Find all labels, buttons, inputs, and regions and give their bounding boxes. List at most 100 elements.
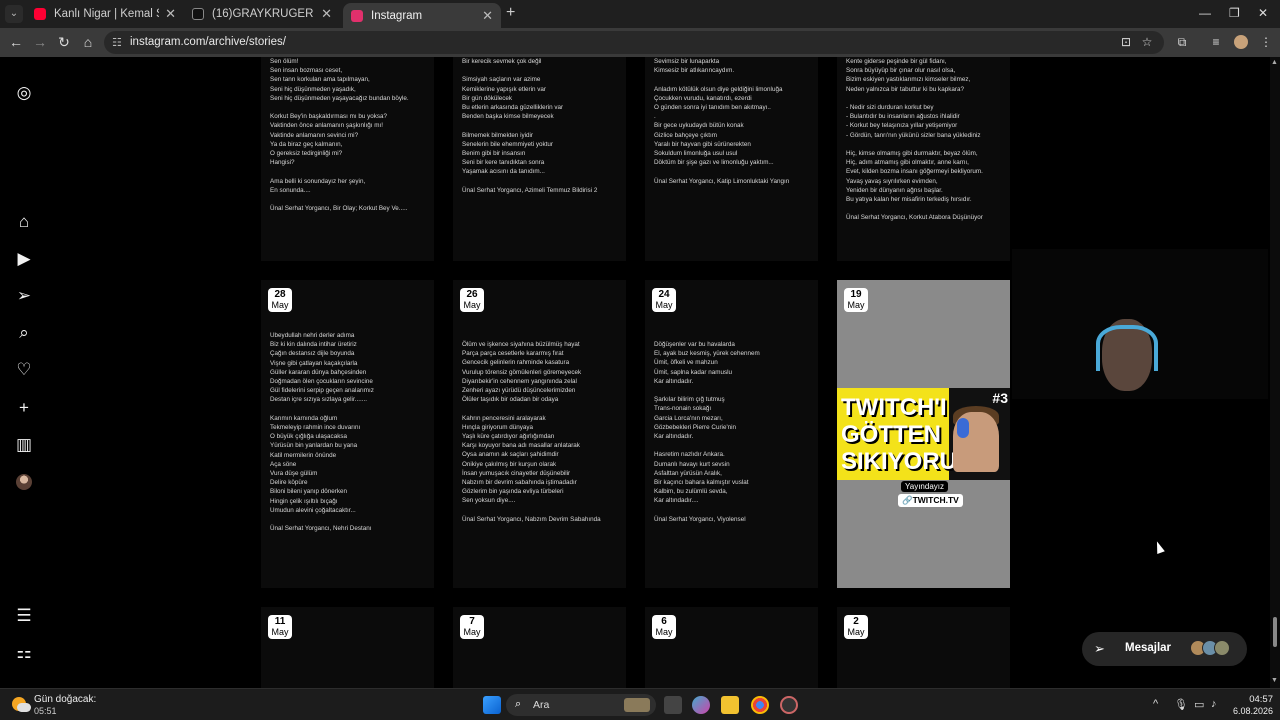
taskbar-search[interactable]: ⌕ Ara (506, 694, 656, 716)
story-card[interactable]: 7 May (453, 607, 626, 688)
story-card[interactable]: Bir kerecik sevmek çok değil Simsiyah sa… (453, 57, 626, 261)
direct-send-icon[interactable]: ➢ (14, 286, 34, 306)
network-icon[interactable]: ▭ (1194, 698, 1204, 711)
forward-icon[interactable]: → (32, 34, 48, 50)
story-text: Döğüşenler var bu havalarda El, ayak buz… (654, 341, 760, 523)
mouse-cursor (1153, 539, 1165, 555)
story-card[interactable]: 2 May (837, 607, 1010, 688)
site-info-icon[interactable]: ☷ (112, 36, 125, 49)
scroll-down-arrow[interactable]: ▼ (1271, 677, 1278, 684)
story-date-badge: 7 May (460, 615, 484, 639)
new-tab-button[interactable]: + (506, 5, 520, 21)
story-text: Ubeydullah nehri derler adıma Biz ki kin… (270, 332, 374, 533)
instagram-logo-icon[interactable]: ◎ (14, 83, 34, 103)
tab-tiktok[interactable]: (16)GRAYKRUGER (@graykruger) ✕ (184, 3, 340, 25)
search-highlight-image (624, 698, 650, 712)
search-icon: ⌕ (515, 698, 522, 710)
story-card[interactable]: Kente giderse peşinde bir gül fidanı, So… (837, 57, 1010, 261)
home-icon[interactable]: ⌂ (14, 212, 34, 232)
search-label: Ara (533, 699, 550, 711)
reels-icon[interactable]: ▶ (14, 249, 34, 269)
story-card[interactable]: 26 May Ölüm ve işkence siyahına büzülmüş … (453, 280, 626, 588)
file-explorer-icon[interactable] (721, 696, 739, 714)
restore-icon[interactable]: ❐ (1229, 6, 1240, 20)
profile-avatar[interactable] (16, 474, 32, 490)
minimize-icon[interactable]: — (1199, 6, 1211, 20)
tab-title: Instagram (371, 9, 423, 22)
back-icon[interactable]: ← (8, 34, 24, 50)
tab-title: Kanlı Nigar | Kemal Sunal Eski Tür (54, 8, 159, 20)
notifications-heart-icon[interactable]: ♡ (14, 360, 34, 380)
date-month: May (463, 627, 481, 637)
weather-time: 05:51 (34, 706, 57, 716)
scrollbar-thumb[interactable] (1273, 617, 1277, 647)
app-icon[interactable] (780, 696, 798, 714)
home-icon[interactable]: ⌂ (80, 34, 96, 50)
start-windows-icon[interactable] (483, 696, 501, 714)
search-icon[interactable]: ⌕ (14, 323, 34, 343)
thumbnail-number: #3 (992, 390, 1008, 406)
story-date-badge: 24 May (652, 288, 676, 312)
close-tab-icon[interactable]: ✕ (165, 6, 176, 22)
address-bar[interactable]: ☷ instagram.com/archive/stories/ (104, 31, 1164, 54)
weather-icon[interactable] (12, 695, 31, 713)
youtube-icon (34, 8, 46, 20)
story-card[interactable]: 24 May Döğüşenler var bu havalarda El, ay… (645, 280, 818, 588)
avatar (1214, 640, 1230, 656)
url-text: instagram.com/archive/stories/ (130, 36, 286, 48)
date-day: 11 (274, 616, 286, 627)
messages-button[interactable]: ➢ Mesajlar (1082, 632, 1247, 666)
extensions-icon[interactable]: ⧉ (1175, 35, 1189, 49)
stream-thumbnail: TWITCH'I GÖTTEN SIKIYORUZ #3 (837, 388, 1010, 480)
volume-icon[interactable]: ♪ (1211, 698, 1217, 710)
date-day: 2 (853, 616, 859, 627)
story-text: Kente giderse peşinde bir gül fidanı, So… (846, 58, 983, 222)
close-window-icon[interactable]: ✕ (1258, 6, 1268, 20)
tab-youtube[interactable]: Kanlı Nigar | Kemal Sunal Eski Tür ✕ (26, 3, 184, 25)
story-date-badge: 2 May (844, 615, 868, 639)
tray-chevron-icon[interactable]: ^ (1153, 698, 1158, 710)
story-card-image[interactable]: 19 May TWITCH'I GÖTTEN SIKIYORUZ #3 Yayın… (837, 280, 1010, 588)
story-date-badge: 11 May (268, 615, 292, 639)
date-day: 19 (850, 289, 862, 300)
install-app-icon[interactable]: ⊡ (1119, 35, 1133, 49)
date-month: May (271, 300, 289, 310)
direct-send-icon: ➢ (1094, 641, 1105, 656)
copilot-icon[interactable] (692, 696, 710, 714)
menu-kebab-icon[interactable]: ⋮ (1259, 35, 1273, 49)
bookmark-star-icon[interactable]: ☆ (1140, 35, 1154, 49)
reload-icon[interactable]: ↻ (56, 34, 72, 50)
story-text: Ölüm ve işkence siyahına büzülmüş hayat … (462, 341, 601, 523)
microphone-icon[interactable]: 🎙 (1174, 698, 1188, 711)
story-text: Bir kerecik sevmek çok değil Simsiyah sa… (462, 58, 598, 194)
scroll-up-arrow[interactable]: ▲ (1271, 59, 1278, 66)
story-card[interactable]: 28 May Ubeydullah nehri derler adıma Biz … (261, 280, 434, 588)
story-card[interactable]: Sevimsiz bir lunaparkta Kimsesiz bir atl… (645, 57, 818, 261)
close-tab-icon[interactable]: ✕ (321, 6, 332, 22)
thumbnail-title: TWITCH'I GÖTTEN SIKIYORUZ (841, 394, 972, 475)
tab-instagram[interactable]: Instagram ✕ (343, 3, 501, 28)
clock-date[interactable]: 6.08.2026 (1223, 706, 1273, 716)
task-view-icon[interactable] (664, 696, 682, 714)
insights-chart-icon[interactable]: ▥ (14, 435, 34, 455)
date-month: May (655, 300, 673, 310)
reading-list-icon[interactable]: ≡ (1209, 35, 1223, 49)
close-tab-icon[interactable]: ✕ (482, 8, 493, 24)
profile-avatar-icon[interactable] (1234, 35, 1248, 49)
story-date-badge: 6 May (652, 615, 676, 639)
tab-title: (16)GRAYKRUGER (@graykruger) (212, 8, 315, 20)
story-card[interactable]: Sen ölüm! Sen insan bozması ceset, Sen t… (261, 57, 434, 261)
browser-toolbar: ← → ↻ ⌂ ☷ instagram.com/archive/stories/… (0, 28, 1280, 57)
tab-search-button[interactable]: ⌄ (5, 5, 23, 23)
story-card[interactable]: 11 May (261, 607, 434, 688)
story-card[interactable]: 6 May (645, 607, 818, 688)
more-menu-icon[interactable]: ☰ (14, 606, 34, 626)
create-plus-icon[interactable]: + (14, 398, 34, 418)
clock-time[interactable]: 04:57 (1233, 694, 1273, 705)
link-sticker[interactable]: 🔗TWITCH.TV (898, 494, 963, 507)
page-scrollbar[interactable]: ▲ ▼ (1270, 57, 1280, 688)
also-from-meta-icon[interactable]: ⚏ (14, 643, 34, 663)
chrome-icon[interactable] (751, 696, 769, 714)
date-month: May (463, 300, 481, 310)
weather-title: Gün doğacak: (34, 694, 97, 705)
